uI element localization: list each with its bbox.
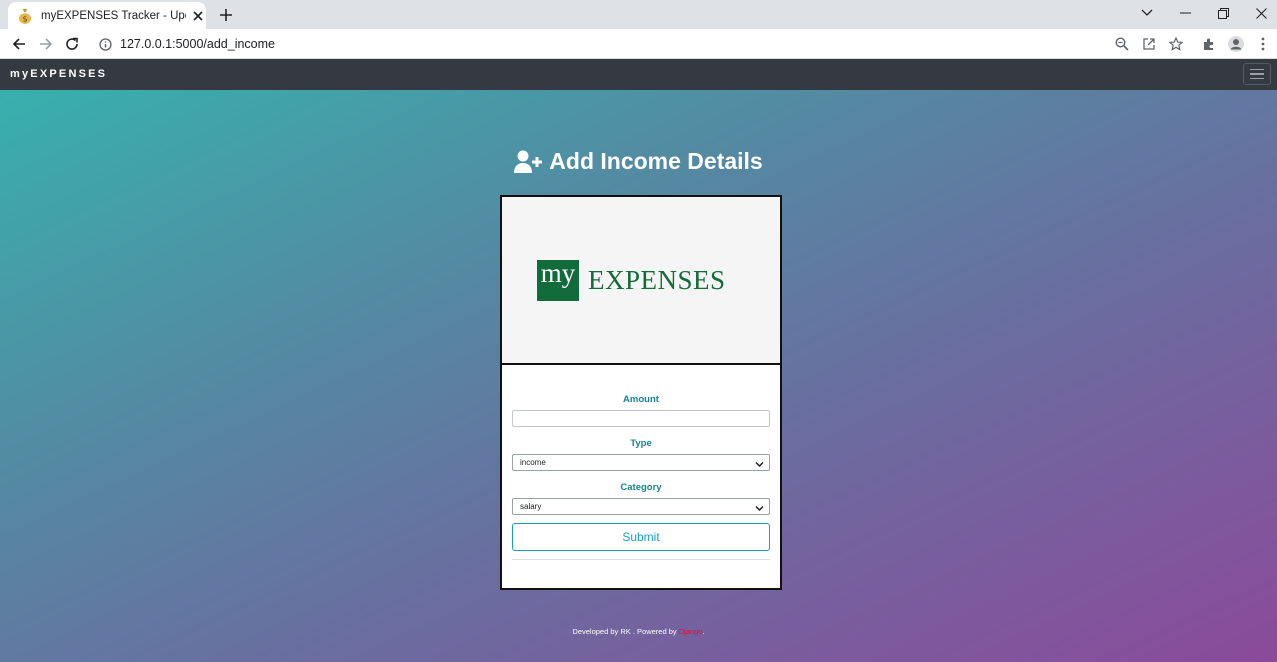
profile-avatar-icon[interactable] — [1226, 34, 1246, 54]
category-select[interactable]: salary — [512, 498, 770, 515]
type-selected-value: income — [520, 458, 546, 467]
chevron-down-icon — [755, 502, 764, 517]
form-divider — [512, 559, 770, 560]
hamburger-line — [1250, 73, 1264, 75]
logo-mark: my — [537, 260, 579, 301]
type-select[interactable]: income — [512, 454, 770, 471]
footer-end: . — [702, 627, 705, 636]
navbar-toggle-button[interactable] — [1243, 63, 1271, 85]
card-logo-panel: my EXPENSES — [502, 197, 780, 365]
page-background: Add Income Details my EXPENSES Amount Ty… — [0, 90, 1277, 662]
page-title: Add Income Details — [549, 148, 763, 174]
amount-input[interactable] — [512, 410, 770, 427]
extensions-icon[interactable] — [1199, 34, 1219, 54]
submit-button[interactable]: Submit — [512, 523, 770, 551]
reload-icon[interactable] — [62, 34, 82, 54]
amount-label: Amount — [623, 394, 659, 405]
tab-title: myEXPENSES Tracker - Update Income — [41, 9, 186, 22]
forward-icon[interactable] — [36, 34, 56, 54]
hamburger-line — [1250, 77, 1264, 80]
myexpenses-logo: my EXPENSES — [537, 260, 726, 301]
site-navbar: myEXPENSES — [0, 59, 1277, 90]
browser-toolbar: 127.0.0.1:5000/add_income — [0, 29, 1277, 59]
hamburger-line — [1250, 68, 1264, 71]
user-plus-icon — [514, 150, 543, 174]
browser-tab[interactable]: $ myEXPENSES Tracker - Update Income — [8, 2, 206, 29]
url-text: 127.0.0.1:5000/add_income — [120, 37, 275, 51]
svg-text:$: $ — [22, 14, 27, 23]
money-bag-icon: $ — [17, 8, 33, 24]
share-icon[interactable] — [1139, 34, 1159, 54]
bookmark-star-icon[interactable] — [1166, 34, 1186, 54]
browser-tab-strip: $ myEXPENSES Tracker - Update Income — [0, 0, 1277, 29]
site-info-icon[interactable] — [99, 37, 112, 51]
powered-by-link[interactable]: Django — [679, 627, 703, 636]
type-label: Type — [630, 438, 652, 449]
back-icon[interactable] — [9, 34, 29, 54]
close-window-icon[interactable] — [1244, 0, 1277, 26]
logo-wordmark: EXPENSES — [588, 265, 726, 295]
zoom-icon[interactable] — [1112, 34, 1132, 54]
navbar-brand[interactable]: myEXPENSES — [10, 68, 107, 80]
minimize-icon[interactable] — [1168, 0, 1202, 26]
browser-menu-icon[interactable] — [1253, 34, 1273, 54]
address-bar[interactable]: 127.0.0.1:5000/add_income — [92, 31, 1192, 57]
footer-text: Developed by RK . Powered by — [572, 627, 679, 636]
category-label: Category — [620, 482, 662, 493]
chevron-down-icon — [755, 458, 764, 473]
restore-icon[interactable] — [1206, 0, 1240, 26]
income-form-card: my EXPENSES Amount Type income Category … — [500, 195, 782, 590]
new-tab-icon[interactable] — [216, 5, 236, 25]
footer: Developed by RK . Powered by Django. — [0, 627, 1277, 636]
category-selected-value: salary — [520, 502, 542, 511]
tab-search-icon[interactable] — [1130, 0, 1164, 26]
page-heading: Add Income Details — [0, 148, 1277, 175]
close-tab-icon[interactable] — [190, 8, 206, 24]
